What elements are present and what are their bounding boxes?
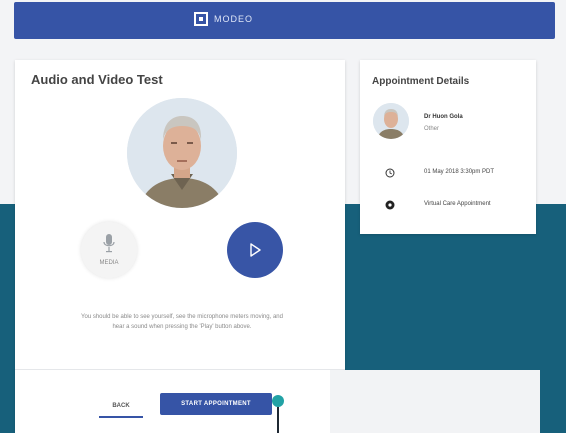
test-instructions: You should be able to see yourself, see … (81, 314, 283, 330)
brand[interactable]: MODEO (194, 12, 253, 26)
microphone-button[interactable]: MEDIA (81, 222, 137, 278)
appointment-details-title: Appointment Details (372, 76, 470, 87)
video-dot-icon (385, 200, 395, 210)
doctor-avatar (373, 103, 409, 139)
appointment-type: Virtual Care Appointment (424, 201, 491, 207)
doctor-role: Other (424, 126, 440, 132)
modeo-logo-icon (194, 12, 208, 26)
cursor-indicator (272, 395, 284, 407)
brand-name: MODEO (214, 14, 254, 24)
divider (15, 369, 345, 370)
top-navigation-bar: MODEO (14, 2, 555, 39)
microphone-label: MEDIA (99, 260, 119, 266)
appointment-details-card: Appointment Details Dr Huon Gola Other 0… (360, 60, 536, 234)
back-button[interactable]: BACK (99, 396, 143, 418)
footer-strip (330, 370, 540, 433)
doctor-name: Dr Huon Gola (424, 114, 463, 120)
play-button[interactable] (227, 222, 283, 278)
cursor-line (277, 407, 279, 433)
audio-video-test-card: Audio and Video Test MEDIA You should be… (15, 60, 345, 433)
person-portrait-icon (127, 98, 237, 208)
microphone-icon (103, 234, 115, 253)
page-title: Audio and Video Test (31, 72, 163, 87)
doctor-portrait-icon (373, 103, 409, 139)
play-icon (250, 243, 261, 257)
start-appointment-button[interactable]: START APPOINTMENT (160, 393, 272, 415)
appointment-datetime: 01 May 2018 3:30pm PDT (424, 169, 495, 175)
self-video-preview (127, 98, 237, 208)
clock-icon (385, 168, 395, 178)
